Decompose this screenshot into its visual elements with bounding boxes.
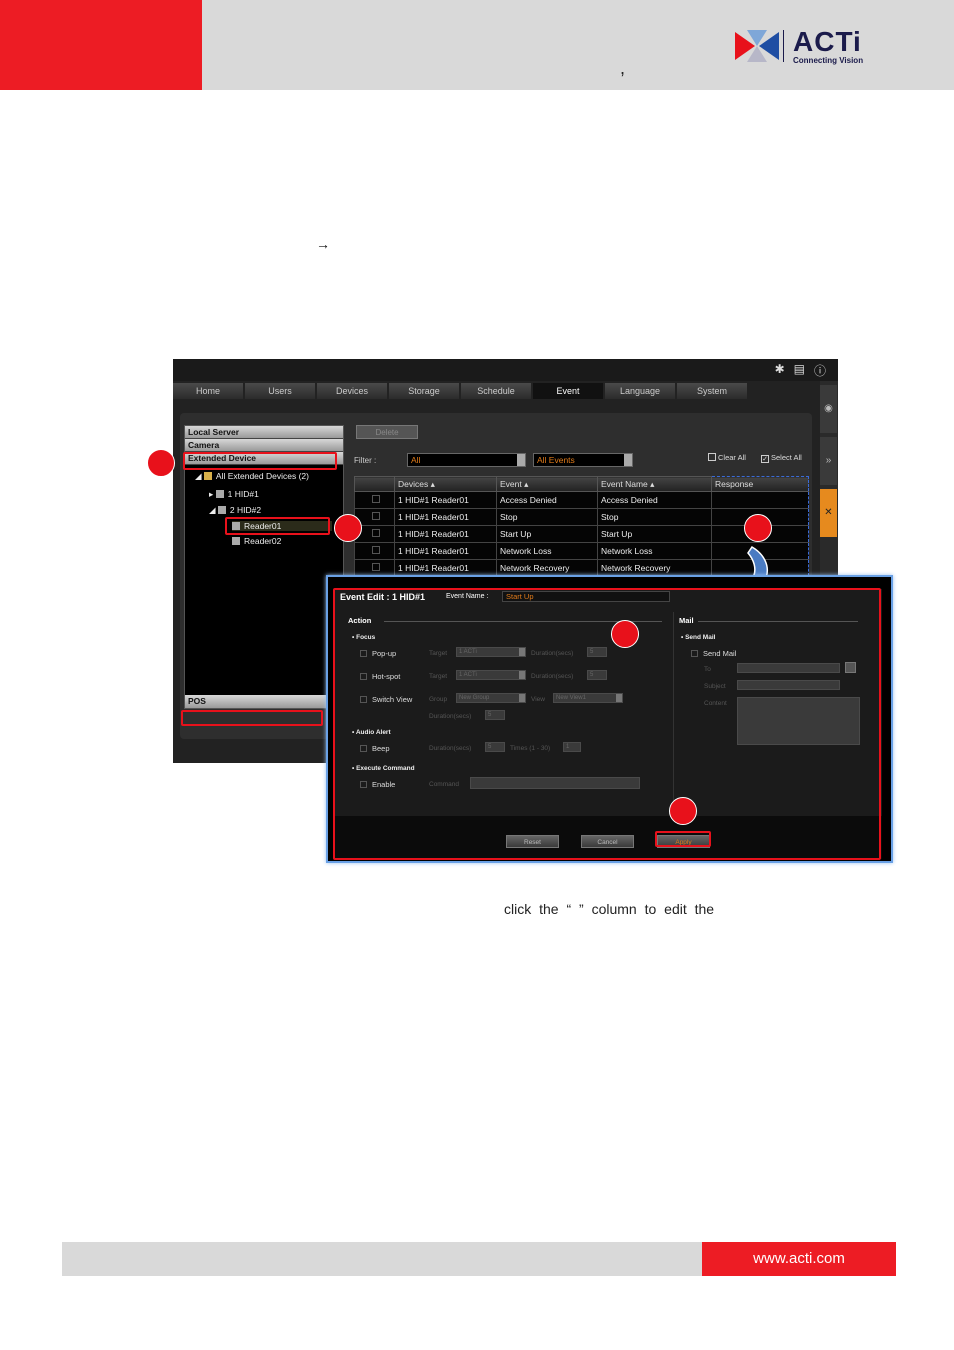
header-red-block	[0, 0, 202, 90]
highlight-apply	[655, 831, 711, 847]
tab-users[interactable]: Users	[245, 383, 315, 399]
info-icon[interactable]: ⓘ	[814, 362, 826, 379]
device-icon	[215, 490, 224, 498]
local-server-header[interactable]: Local Server	[185, 426, 343, 439]
tools-icon[interactable]: ✕	[820, 489, 837, 537]
column-event-name[interactable]: Event Name ▴	[597, 476, 712, 492]
step-marker	[611, 620, 639, 648]
highlight-extended-device	[183, 452, 337, 470]
tab-schedule[interactable]: Schedule	[461, 383, 531, 399]
acti-logo: ACTi Connecting Vision	[733, 26, 873, 68]
gear-icon[interactable]: ✱	[775, 362, 785, 379]
column-response[interactable]: Response	[711, 476, 809, 492]
eye-icon[interactable]: ◉	[820, 385, 837, 433]
device-filter-select[interactable]: All	[407, 453, 526, 467]
row-checkbox[interactable]	[372, 495, 380, 503]
logo-separator	[783, 30, 784, 62]
step-marker	[744, 514, 772, 542]
row-checkbox[interactable]	[372, 529, 380, 537]
column-devices[interactable]: Devices ▴	[394, 476, 497, 492]
column-event[interactable]: Event ▴	[496, 476, 598, 492]
highlight-dialog	[333, 588, 881, 860]
tree-item-hid1[interactable]: ▸ 1 HID#1	[209, 489, 259, 500]
delete-button[interactable]: Delete	[356, 425, 418, 439]
highlight-pos	[181, 710, 323, 726]
step-marker	[669, 797, 697, 825]
row-checkbox[interactable]	[372, 512, 380, 520]
step-marker	[334, 514, 362, 542]
document-icon[interactable]: ▤	[794, 362, 805, 379]
event-filter-select[interactable]: All Events	[533, 453, 633, 467]
tab-devices[interactable]: Devices	[317, 383, 387, 399]
expand-arrow-icon[interactable]: ▸	[209, 489, 216, 499]
tab-storage[interactable]: Storage	[389, 383, 459, 399]
chevron-down-icon	[624, 454, 632, 466]
select-all-checkbox[interactable]: ✓ Select All	[761, 453, 802, 463]
row-checkbox[interactable]	[372, 563, 380, 571]
pos-header[interactable]: POS	[185, 695, 345, 708]
table-row[interactable]: 1 HID#1 Reader01 Stop Stop	[354, 508, 809, 526]
collapse-arrow-icon[interactable]: ◢	[195, 471, 204, 481]
logo-tagline: Connecting Vision	[793, 56, 864, 65]
step-marker	[147, 449, 175, 477]
column-checkbox	[354, 476, 395, 492]
checkbox-icon	[708, 453, 716, 461]
table-header-row: Devices ▴ Event ▴ Event Name ▴ Response	[354, 476, 809, 492]
checkbox-checked-icon: ✓	[761, 455, 769, 463]
clear-all-checkbox[interactable]: Clear All	[708, 453, 746, 462]
tab-home[interactable]: Home	[173, 383, 243, 399]
top-bar: ✱ ▤ ⓘ	[173, 359, 838, 381]
logo-wordmark: ACTi	[793, 26, 862, 57]
instruction-text: click the “ ” column to edit the	[504, 901, 715, 917]
response-cell[interactable]	[711, 491, 809, 509]
arrow-right-icon: →	[316, 236, 330, 252]
tree-item-hid2[interactable]: ◢ 2 HID#2	[209, 505, 261, 516]
device-icon	[217, 506, 226, 514]
tree-item-all-extended[interactable]: ◢ All Extended Devices (2)	[195, 471, 309, 482]
acti-logo-mark-icon	[735, 30, 779, 62]
collapse-arrow-icon[interactable]: ◢	[209, 505, 218, 515]
main-tabs: Home Users Devices Storage Schedule Even…	[173, 383, 823, 399]
top-icons: ✱ ▤ ⓘ	[775, 362, 826, 379]
footer-url[interactable]: www.acti.com	[702, 1242, 896, 1276]
tab-event[interactable]: Event	[533, 383, 603, 399]
tab-language[interactable]: Language	[605, 383, 675, 399]
folder-icon	[203, 472, 212, 480]
table-row[interactable]: 1 HID#1 Reader01 Access Denied Access De…	[354, 491, 809, 509]
table-row[interactable]: 1 HID#1 Reader01 Start Up Start Up	[354, 525, 809, 543]
highlight-reader01	[225, 517, 330, 535]
filter-label: Filter :	[354, 456, 377, 465]
fast-forward-icon[interactable]: »	[820, 437, 837, 485]
chevron-down-icon	[517, 454, 525, 466]
reader-icon	[232, 537, 240, 545]
row-checkbox[interactable]	[372, 546, 380, 554]
tree-item-reader02[interactable]: Reader02	[232, 536, 281, 546]
camera-header[interactable]: Camera	[185, 439, 343, 452]
header-comma: ,	[620, 58, 626, 78]
tab-system[interactable]: System	[677, 383, 747, 399]
